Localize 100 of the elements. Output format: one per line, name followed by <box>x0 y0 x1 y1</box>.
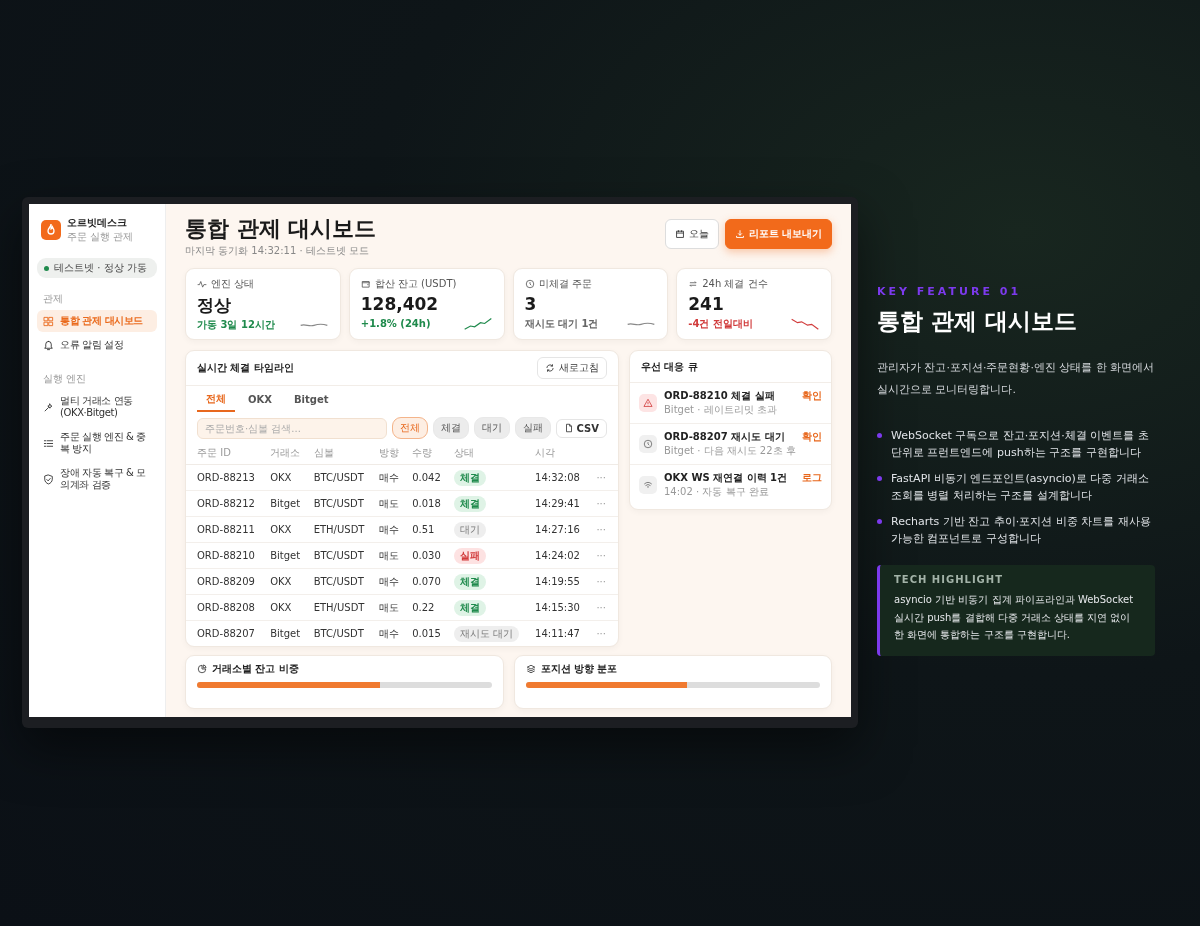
column-header: 수량 <box>412 447 433 459</box>
panel-title: 거래소별 잔고 비중 <box>212 662 299 677</box>
nav-item[interactable]: 통합 관제 대시보드 <box>37 310 157 332</box>
feature-bullet: WebSocket 구독으로 잔고·포지션·체결 이벤트를 초 단위로 프런트엔드에 push하는 구조를 구현합니다 <box>891 428 1150 462</box>
status-filter-chip[interactable]: 체결 <box>432 417 469 440</box>
table-cell: 14:32:08 <box>535 472 580 484</box>
bullet-dot <box>877 433 882 438</box>
table-cell: ORD-88213 <box>197 472 255 484</box>
more-button[interactable]: ··· <box>594 628 608 640</box>
refresh-button[interactable]: 새로고침 <box>537 357 607 380</box>
table-cell: 14:29:41 <box>535 498 580 510</box>
column-header: 주문 ID <box>197 447 231 459</box>
bullet-dot <box>877 519 882 525</box>
nav-item[interactable]: 멀티 거래소 연동 (OKX·Bitget) <box>37 390 157 424</box>
status-badge: 체결 <box>454 469 487 486</box>
status-filter-chip[interactable]: 대기 <box>473 417 510 440</box>
more-button[interactable]: ··· <box>594 576 608 588</box>
table-cell: BTC/USDT <box>313 472 364 484</box>
more-button[interactable]: ··· <box>594 550 608 562</box>
wifi-icon <box>639 476 657 495</box>
table-cell: ETH/USDT <box>313 602 365 614</box>
nav-item[interactable]: 장애 자동 복구 & 모의계좌 검증 <box>37 462 157 496</box>
status-filter-chip[interactable]: 실패 <box>514 417 551 440</box>
stat-label: 미체결 주문 <box>538 277 592 292</box>
feature-title: 통합 관제 대시보드 <box>877 307 1078 336</box>
table-cell: 14:11:47 <box>535 628 580 640</box>
table-cell: 0.042 <box>412 472 441 484</box>
queue-action-link[interactable]: 로그 <box>802 471 822 486</box>
nav-section-title: 실행 엔진 <box>43 372 88 386</box>
table-cell: ORD-88212 <box>197 498 255 510</box>
column-header: 시각 <box>535 447 556 459</box>
table-cell: ORD-88209 <box>197 576 255 588</box>
queue-item-detail: Bitget · 다음 재시도 22초 후 <box>664 444 795 459</box>
table-cell: 매수 <box>379 575 400 587</box>
list-icon <box>43 437 54 449</box>
table-cell: 14:27:16 <box>535 524 580 536</box>
table-cell: 매수 <box>379 471 400 483</box>
table-cell: ETH/USDT <box>313 524 365 536</box>
table-cell: 매도 <box>379 549 400 561</box>
queue-item-detail: Bitget · 레이트리밋 초과 <box>664 403 778 418</box>
status-filter-chip[interactable]: 전체 <box>391 417 428 440</box>
panel-title: 우선 대응 큐 <box>630 351 831 384</box>
bullet-dot <box>877 476 882 482</box>
refresh-icon <box>545 363 555 374</box>
more-button[interactable]: ··· <box>594 472 608 484</box>
table-cell: Bitget <box>270 550 301 562</box>
stat-value: 정상 <box>197 294 232 318</box>
brand-name: 오르빗데스크 <box>67 216 128 230</box>
stat-note: 재시도 대기 1건 <box>524 316 599 331</box>
table-cell: 14:15:30 <box>535 602 580 614</box>
queue-action-link[interactable]: 확인 <box>802 389 822 404</box>
nav-item[interactable]: 오류 알림 설정 <box>37 334 157 356</box>
table-cell: 14:24:02 <box>535 550 580 562</box>
table-cell: ORD-88211 <box>197 524 255 536</box>
more-button[interactable]: ··· <box>594 498 608 510</box>
status-badge: 체결 <box>454 599 487 616</box>
status-badge: 실패 <box>454 547 487 564</box>
table-cell: OKX <box>270 602 292 614</box>
stat-note: -4건 전일대비 <box>688 316 753 331</box>
table-cell: BTC/USDT <box>313 628 364 640</box>
more-button[interactable]: ··· <box>594 524 608 536</box>
table-cell: ORD-88208 <box>197 602 255 614</box>
today-button[interactable]: 오늘 <box>664 219 719 249</box>
column-header: 거래소 <box>270 447 301 459</box>
exchange-tab[interactable]: OKX <box>239 389 281 413</box>
stat-value: 128,402 <box>360 294 440 315</box>
table-cell: 0.015 <box>412 628 441 640</box>
table-cell: BTC/USDT <box>313 498 364 510</box>
nav-item[interactable]: 주문 실행 엔진 & 중복 방지 <box>37 426 157 460</box>
queue-action-link[interactable]: 확인 <box>802 430 822 445</box>
table-cell: 매도 <box>379 601 400 613</box>
table-cell: OKX <box>270 576 292 588</box>
queue-item-title: ORD-88207 재시도 대기 <box>664 430 786 445</box>
network-status-pill: 테스트넷 · 정상 가동 <box>37 258 157 278</box>
table-cell: 14:19:55 <box>535 576 580 588</box>
flame-logo-icon <box>41 220 61 240</box>
table-cell: 0.030 <box>412 550 441 562</box>
table-cell: BTC/USDT <box>313 550 364 562</box>
clock-icon <box>639 435 657 454</box>
download-icon <box>734 229 745 239</box>
exchange-tab[interactable]: Bitget <box>284 389 338 413</box>
table-cell: 매수 <box>379 523 400 535</box>
status-badge: 재시도 대기 <box>454 625 520 642</box>
table-cell: 0.070 <box>412 576 441 588</box>
warning-icon <box>639 394 657 413</box>
panel-title: 포지션 방향 분포 <box>540 662 618 677</box>
table-cell: 0.51 <box>412 524 435 536</box>
table-cell: Bitget <box>270 628 301 640</box>
page-title: 통합 관제 대시보드 <box>185 216 377 243</box>
more-button[interactable]: ··· <box>594 602 608 614</box>
queue-item-detail: 14:02 · 자동 복구 완료 <box>664 485 770 500</box>
export-report-button[interactable]: 리포트 내보내기 <box>724 219 832 249</box>
shield-icon <box>43 473 54 485</box>
bell-icon <box>43 339 54 351</box>
wallet-icon <box>360 279 371 290</box>
exchange-tab[interactable]: 전체 <box>197 389 235 413</box>
stat-note: 가동 3일 12시간 <box>197 317 275 332</box>
search-field[interactable]: 주문번호·심볼 검색... <box>197 417 387 439</box>
csv-export-button[interactable]: CSV <box>555 418 607 438</box>
swap-icon <box>688 279 699 290</box>
